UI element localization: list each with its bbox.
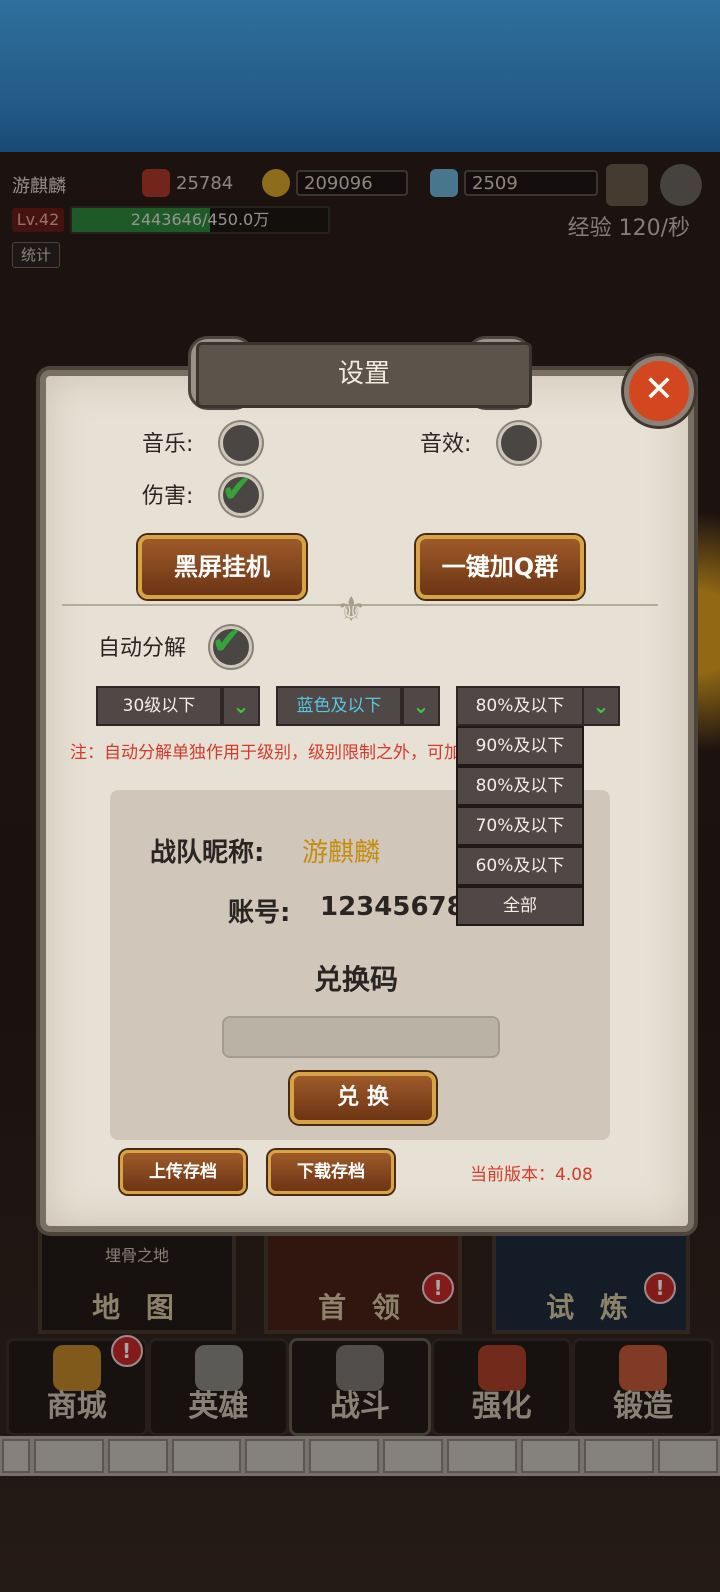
blackscreen-button[interactable]: 黑屏挂机 xyxy=(138,535,306,599)
dropdown-option[interactable]: 全部 xyxy=(456,886,584,926)
close-button[interactable]: ✕ xyxy=(624,356,694,426)
dropdown-option[interactable]: 80%及以下 xyxy=(456,766,584,806)
dropdown-option[interactable]: 60%及以下 xyxy=(456,846,584,886)
level-select[interactable]: 30级以下 xyxy=(96,686,222,726)
join-group-button[interactable]: 一键加Q群 xyxy=(416,535,584,599)
sfx-label: 音效: xyxy=(420,432,472,457)
redeem-button[interactable]: 兑 换 xyxy=(290,1072,436,1124)
team-name-label: 战队昵称: xyxy=(150,838,265,868)
version-label: 当前版本：4.08 xyxy=(470,1165,593,1185)
music-label: 音乐: xyxy=(142,432,194,457)
download-save-button[interactable]: 下载存档 xyxy=(268,1150,394,1194)
redeem-title: 兑换码 xyxy=(314,963,399,996)
sfx-toggle[interactable] xyxy=(498,422,540,464)
percent-select[interactable]: 80%及以下 xyxy=(456,686,584,726)
dropdown-option[interactable]: 70%及以下 xyxy=(456,806,584,846)
dropdown-option[interactable]: 90%及以下 xyxy=(456,726,584,766)
damage-label: 伤害: xyxy=(142,484,194,509)
double-chevron-down-icon[interactable]: ⌄ xyxy=(582,686,620,726)
upload-save-button[interactable]: 上传存档 xyxy=(120,1150,246,1194)
account-value: 12345678 xyxy=(320,892,465,922)
double-chevron-down-icon[interactable]: ⌄ xyxy=(402,686,440,726)
double-chevron-down-icon[interactable]: ⌄ xyxy=(222,686,260,726)
auto-decompose-label: 自动分解 xyxy=(98,636,187,661)
team-name-value: 游麒麟 xyxy=(302,838,381,868)
fleur-de-lis-icon: ⚜ xyxy=(336,590,367,630)
redeem-code-input[interactable] xyxy=(222,1016,500,1058)
dialog-title: 设置 xyxy=(196,342,532,408)
checkmark-icon: ✔ xyxy=(221,467,253,511)
auto-decompose-toggle[interactable]: ✔ xyxy=(210,619,252,668)
quality-select[interactable]: 蓝色及以下 xyxy=(276,686,402,726)
account-label: 账号: xyxy=(228,898,291,928)
music-toggle[interactable] xyxy=(220,422,262,464)
top-status-band xyxy=(0,0,720,152)
checkmark-icon: ✔ xyxy=(211,619,243,663)
damage-toggle[interactable]: ✔ xyxy=(220,467,262,516)
